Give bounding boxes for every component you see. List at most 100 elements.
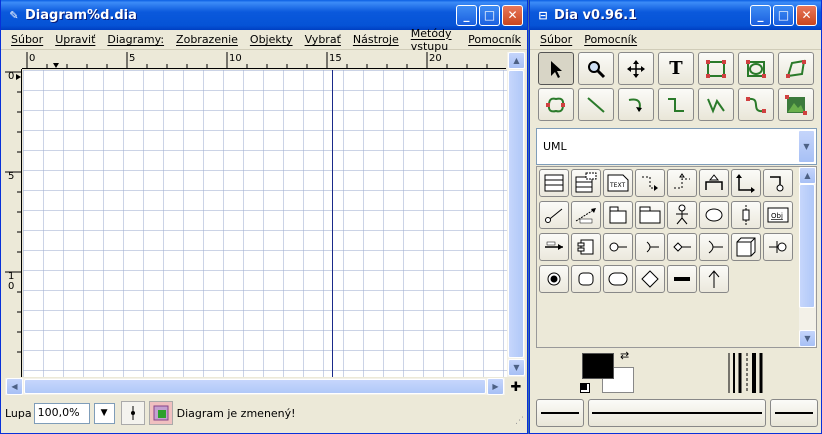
uml-constraint-shape[interactable]	[539, 201, 569, 229]
end-arrow-selector[interactable]	[770, 399, 818, 427]
uml-class-shape[interactable]	[539, 169, 569, 197]
bezierline-tool[interactable]	[738, 88, 774, 121]
toolbox-window: ⊟ Dia v0.96.1 _ □ ✕ Súbor Pomocník T UML…	[529, 0, 822, 434]
shapes-scroll-up[interactable]: ▲	[799, 167, 816, 184]
uml-use-case-shape[interactable]	[699, 201, 729, 229]
zigzag-icon	[668, 97, 684, 112]
toolbox-minimize-button[interactable]: _	[750, 4, 771, 26]
uml-association-shape[interactable]	[731, 169, 761, 197]
uml-delegation-shape[interactable]	[699, 233, 729, 261]
vertical-scroll-thumb[interactable]	[508, 70, 524, 358]
uml-component-shape[interactable]	[571, 233, 601, 261]
toolbox-close-button[interactable]: ✕	[796, 4, 817, 26]
shapes-scroll-down[interactable]: ▼	[799, 330, 816, 347]
snap-grid-icon	[130, 406, 135, 420]
uml-branch-shape[interactable]	[635, 265, 665, 293]
scroll-down-button[interactable]: ▼	[508, 359, 525, 376]
zoom-dropdown-button[interactable]: ▼	[93, 402, 115, 424]
line-width-selector[interactable]	[726, 351, 766, 395]
text-tool[interactable]: T	[658, 52, 694, 85]
horizontal-scroll-thumb[interactable]	[24, 379, 486, 394]
maximize-button[interactable]: □	[479, 4, 500, 26]
uml-transition-shape[interactable]	[699, 265, 729, 293]
zoom-input[interactable]: 100,0%	[33, 402, 90, 424]
polygon-tool[interactable]	[778, 52, 814, 85]
uml-implements-shape[interactable]	[763, 169, 793, 197]
object-snap-toggle[interactable]	[148, 401, 173, 425]
diagram-canvas[interactable]	[23, 70, 507, 377]
navigation-cross-icon[interactable]: ✚	[508, 379, 524, 395]
uml-state-shape[interactable]	[571, 265, 601, 293]
uml-message-arrow-shape[interactable]	[539, 233, 569, 261]
color-selector[interactable]: ⇄	[580, 349, 640, 395]
uml-actor-shape[interactable]	[667, 201, 697, 229]
image-tool[interactable]	[778, 88, 814, 121]
menu-upravit[interactable]: Upraviť	[49, 33, 101, 46]
start-arrow-selector[interactable]	[536, 399, 584, 427]
branch-diamond-icon	[641, 270, 659, 288]
uml-dependency-shape[interactable]	[635, 169, 665, 197]
line-style-selector[interactable]	[588, 399, 766, 427]
toolbox-menu-subor[interactable]: Súbor	[534, 33, 578, 46]
arc-tool[interactable]	[618, 88, 654, 121]
toolbox-titlebar[interactable]: ⊟ Dia v0.96.1 _ □ ✕	[530, 0, 821, 30]
polygon-icon	[786, 59, 806, 78]
scroll-left-button[interactable]: ◀	[6, 378, 23, 395]
snap-to-grid-toggle[interactable]	[120, 401, 145, 425]
uml-initial-state-shape[interactable]	[539, 265, 569, 293]
uml-fork-shape[interactable]	[667, 265, 697, 293]
zoom-tool[interactable]	[578, 52, 614, 85]
uml-generalization-shape[interactable]	[699, 169, 729, 197]
uml-small-package-shape[interactable]	[603, 201, 633, 229]
horizontal-scrollbar[interactable]: ◀ ▶	[5, 378, 505, 395]
menu-metody-vstupu[interactable]: Metódy vstupu	[405, 27, 462, 53]
menu-pomocnik[interactable]: Pomocník	[462, 33, 527, 46]
diagram-titlebar[interactable]: ✎ Diagram%d.dia _ □ ✕	[1, 0, 527, 30]
scroll-right-button[interactable]: ▶	[487, 378, 504, 395]
menu-diagramy[interactable]: Diagramy:	[101, 33, 170, 46]
uml-object-shape[interactable]: Obj	[763, 201, 793, 229]
menu-nastroje[interactable]: Nástroje	[347, 33, 405, 46]
foreground-color-swatch[interactable]	[582, 353, 614, 379]
uml-activity-shape[interactable]	[603, 265, 633, 293]
sheet-selector[interactable]: UML ▼	[536, 128, 817, 165]
uml-lifeline-shape[interactable]	[731, 201, 761, 229]
shapes-scroll-thumb[interactable]	[799, 184, 815, 308]
zigzagline-tool[interactable]	[658, 88, 694, 121]
menu-objekty[interactable]: Objekty	[244, 33, 299, 46]
beziergon-tool[interactable]	[538, 88, 574, 121]
uml-template-class-shape[interactable]	[571, 169, 601, 197]
modify-tool[interactable]	[538, 52, 574, 85]
uml-interface-lollipop-shape[interactable]	[603, 233, 633, 261]
menu-vybrat[interactable]: Vybrať	[299, 33, 347, 46]
scroll-up-button[interactable]: ▲	[508, 52, 525, 69]
vertical-scrollbar[interactable]: ▲ ▼	[507, 52, 525, 377]
menu-zobrazenie[interactable]: Zobrazenie	[170, 33, 244, 46]
ruler-v-label-0: 0	[8, 71, 15, 82]
box-tool[interactable]	[698, 52, 734, 85]
uml-note-shape[interactable]: TEXT	[603, 169, 633, 197]
default-colors-icon[interactable]	[580, 383, 590, 393]
uml-message-shape[interactable]	[571, 201, 601, 229]
close-button[interactable]: ✕	[502, 4, 523, 26]
polyline-tool[interactable]	[698, 88, 734, 121]
minimize-button[interactable]: _	[456, 4, 477, 26]
shapes-scrollbar[interactable]: ▲ ▼	[799, 167, 816, 347]
magnifier-icon	[588, 60, 606, 78]
line-tool[interactable]	[578, 88, 614, 121]
swap-colors-icon[interactable]: ⇄	[620, 349, 629, 362]
uml-realization-shape[interactable]	[667, 169, 697, 197]
uml-port-shape[interactable]	[667, 233, 697, 261]
uml-provided-interface-shape[interactable]	[763, 233, 793, 261]
resize-grip-icon[interactable]: ⋰	[515, 416, 524, 426]
end-arrow-line-icon	[775, 412, 813, 414]
uml-large-package-shape[interactable]	[635, 201, 665, 229]
toolbox-menu-pomocnik[interactable]: Pomocník	[578, 33, 643, 46]
menu-subor[interactable]: Súbor	[5, 33, 49, 46]
toolbox-maximize-button[interactable]: □	[773, 4, 794, 26]
uml-node-shape[interactable]	[731, 233, 761, 261]
sheet-dropdown-button[interactable]: ▼	[798, 130, 815, 163]
scroll-tool[interactable]	[618, 52, 654, 85]
ellipse-tool[interactable]	[738, 52, 774, 85]
uml-required-interface-shape[interactable]	[635, 233, 665, 261]
